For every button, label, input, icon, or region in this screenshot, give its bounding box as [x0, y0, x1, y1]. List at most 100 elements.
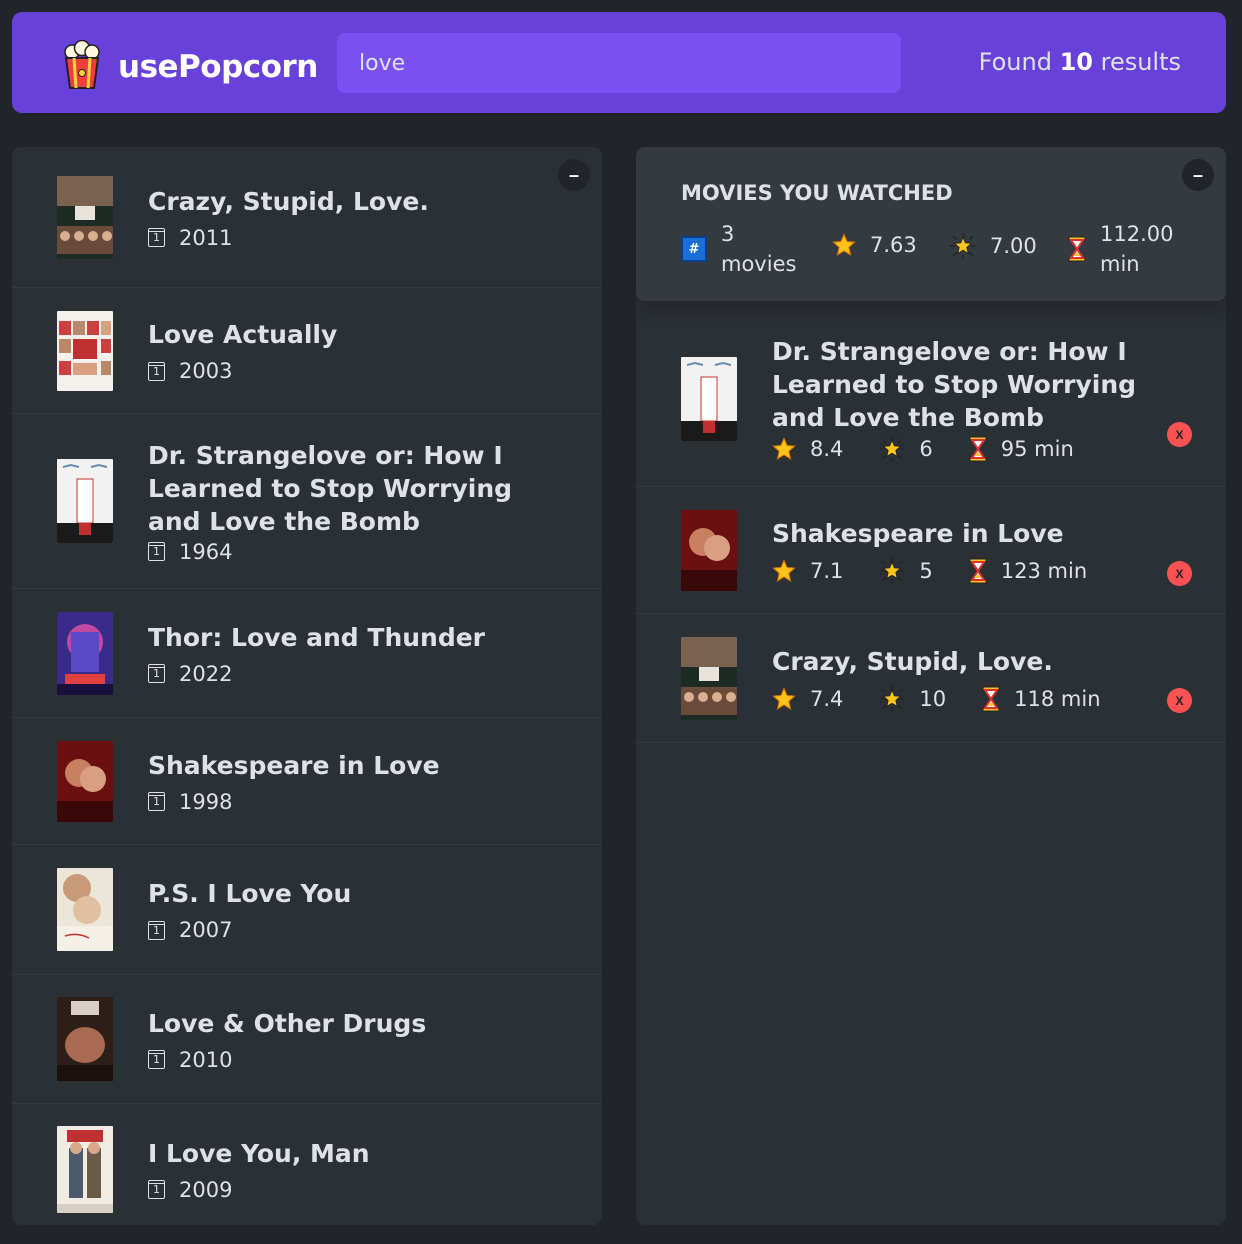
user-rating: 10 [879, 685, 947, 712]
list-item[interactable]: Shakespeare in Love 1 1998 [12, 718, 602, 845]
movie-poster [681, 356, 737, 441]
delete-watched-button[interactable]: X [1167, 422, 1192, 447]
results-suffix: results [1092, 48, 1181, 76]
logo: usePopcorn [62, 39, 318, 94]
user-rating-value: 6 [919, 437, 933, 461]
search-results-box: – Crazy, Stupid, Love. 1 2011 Love Actual… [12, 147, 602, 1225]
calendar-icon: 1 [148, 1050, 165, 1069]
calendar-icon: 1 [148, 1180, 165, 1199]
movie-poster [681, 636, 737, 720]
movie-year: 2011 [179, 225, 233, 250]
popcorn-icon [62, 39, 102, 94]
calendar-icon: 1 [148, 664, 165, 683]
glowing-star-icon [879, 557, 906, 584]
user-rating: 5 [879, 557, 933, 584]
avg-runtime-unit: min [1100, 252, 1140, 276]
glowing-star-icon [879, 685, 906, 712]
watched-item[interactable]: Dr. Strangelove or: How I Learned to Sto… [636, 311, 1226, 487]
movie-list: Crazy, Stupid, Love. 1 2011 Love Actually… [12, 147, 602, 1225]
movie-poster [681, 509, 737, 591]
runtime-value: 118 min [1014, 686, 1101, 711]
hash-icon: # [681, 236, 707, 262]
movie-year: 2022 [179, 661, 233, 686]
summary-user-rating: 7.00 [950, 233, 1037, 259]
delete-watched-button[interactable]: X [1167, 561, 1192, 586]
movie-title: Shakespeare in Love [148, 750, 440, 780]
movie-title: P.S. I Love You [148, 879, 352, 908]
movie-title: I Love You, Man [148, 1138, 370, 1168]
movie-year: 2009 [179, 1177, 233, 1202]
movie-poster [57, 997, 113, 1081]
movie-title: Dr. Strangelove or: How I Learned to Sto… [148, 440, 513, 536]
movie-poster [57, 1125, 113, 1213]
watched-item[interactable]: Shakespeare in Love 7.1 5 123 min X [636, 487, 1226, 614]
imdb-rating-value: 7.1 [810, 558, 844, 583]
imdb-rating-value: 7.4 [810, 686, 844, 711]
runtime: 95 min [969, 436, 1074, 462]
list-item[interactable]: Thor: Love and Thunder 1 2022 [12, 589, 602, 718]
movie-poster [57, 459, 113, 543]
user-rating-value: 5 [919, 558, 933, 583]
calendar-icon: 1 [148, 920, 165, 940]
movie-year: 2007 [179, 918, 233, 942]
watched-title: Shakespeare in Love [772, 518, 1064, 548]
movie-poster [57, 175, 113, 259]
list-item[interactable]: P.S. I Love You 1 2007 [12, 845, 602, 975]
runtime: 123 min [969, 558, 1087, 584]
watched-summary: MOVIES YOU WATCHED # 3 movies 7.63 7.00 1… [636, 147, 1226, 301]
watched-box: – MOVIES YOU WATCHED # 3 movies 7.63 7.00… [636, 147, 1226, 1225]
star-icon [772, 686, 796, 711]
movie-year: 1964 [179, 539, 233, 564]
movie-year: 1998 [179, 789, 233, 814]
movie-title: Love Actually [148, 320, 338, 349]
movie-poster [57, 868, 113, 951]
user-rating-value: 10 [919, 686, 947, 711]
calendar-icon: 1 [148, 542, 165, 561]
runtime: 118 min [982, 686, 1101, 712]
movie-title: Love & Other Drugs [148, 1008, 427, 1038]
avg-runtime-value: 112.00 [1100, 222, 1174, 246]
count-number: 3 [721, 222, 735, 246]
app-name: usePopcorn [118, 49, 318, 85]
user-rating: 6 [879, 436, 933, 462]
watched-title: Dr. Strangelove or: How I Learned to Sto… [772, 337, 1137, 432]
movie-poster [57, 740, 113, 822]
calendar-icon: 1 [148, 792, 165, 811]
collapse-watched-button[interactable]: – [1182, 159, 1214, 191]
summary-heading: MOVIES YOU WATCHED [681, 181, 953, 205]
calendar-icon: 1 [148, 228, 165, 247]
hourglass-icon [969, 436, 987, 462]
movie-year: 2010 [179, 1047, 233, 1072]
results-prefix: Found [978, 48, 1060, 76]
imdb-rating: 7.1 [772, 559, 843, 583]
search-input[interactable] [337, 33, 901, 93]
hourglass-icon [969, 558, 987, 584]
hourglass-icon [1068, 236, 1086, 262]
list-item[interactable]: Crazy, Stupid, Love. 1 2011 [12, 147, 602, 288]
watched-title: Crazy, Stupid, Love. [772, 646, 1053, 676]
hourglass-icon [982, 686, 1000, 712]
list-item[interactable]: Love & Other Drugs 1 2010 [12, 975, 602, 1104]
imdb-rating: 8.4 [772, 437, 843, 461]
movie-poster [57, 611, 113, 695]
runtime-value: 95 min [1000, 437, 1074, 461]
movie-title: Thor: Love and Thunder [148, 622, 486, 652]
summary-runtime: 112.00 min [1068, 219, 1173, 279]
delete-watched-button[interactable]: X [1167, 688, 1192, 713]
imdb-rating-value: 8.4 [810, 437, 844, 461]
runtime-value: 123 min [1000, 558, 1088, 583]
watched-item[interactable]: Crazy, Stupid, Love. 7.4 10 118 min X [636, 614, 1226, 743]
star-icon [772, 558, 796, 583]
movie-poster [57, 310, 113, 391]
imdb-rating: 7.4 [772, 687, 843, 711]
collapse-results-button[interactable]: – [558, 159, 590, 191]
list-item[interactable]: Love Actually 1 2003 [12, 288, 602, 414]
results-count: Found 10 results [979, 48, 1181, 76]
avg-user-value: 7.00 [990, 234, 1037, 258]
glowing-star-icon [950, 233, 976, 259]
glowing-star-icon [879, 436, 906, 462]
list-item[interactable]: I Love You, Man 1 2009 [12, 1104, 602, 1225]
star-icon [832, 233, 856, 257]
movie-year: 2003 [179, 359, 233, 383]
list-item[interactable]: Dr. Strangelove or: How I Learned to Sto… [12, 414, 602, 589]
